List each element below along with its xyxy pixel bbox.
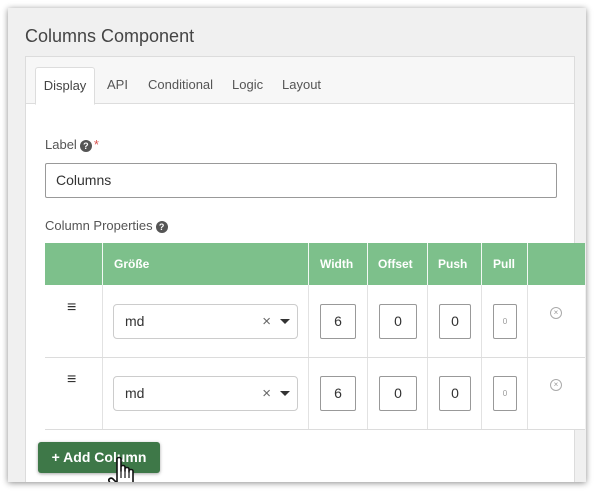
tab-api[interactable]: API: [107, 67, 128, 103]
remove-icon[interactable]: ×: [550, 379, 562, 391]
clear-icon[interactable]: ×: [262, 305, 271, 338]
cell-divider: [427, 285, 428, 357]
cell-divider: [481, 358, 482, 429]
cell-divider: [102, 358, 103, 429]
offset-input[interactable]: 0: [379, 376, 417, 411]
drag-handle-icon[interactable]: ≡: [67, 299, 76, 317]
cell-divider: [308, 285, 309, 357]
header-divider: [102, 243, 103, 285]
size-select[interactable]: md ×: [113, 304, 298, 339]
width-input[interactable]: 6: [320, 304, 356, 339]
label-field-label: Label? *: [45, 137, 99, 152]
required-marker: *: [93, 137, 99, 152]
hand-pointer-icon: [108, 456, 134, 482]
cell-divider: [102, 285, 103, 357]
chevron-down-icon[interactable]: [280, 319, 290, 324]
column-properties-text: Column Properties: [45, 218, 153, 233]
cell-divider: [367, 358, 368, 429]
settings-panel: Display API Conditional Logic Layout Lab…: [25, 56, 585, 482]
label-input[interactable]: Columns: [45, 163, 557, 198]
remove-icon[interactable]: ×: [550, 307, 562, 319]
push-input[interactable]: 0: [439, 376, 471, 411]
tab-layout[interactable]: Layout: [282, 67, 321, 103]
header-pull: Pull: [493, 257, 516, 271]
pull-input[interactable]: 0: [493, 304, 517, 339]
cell-divider: [367, 285, 368, 357]
cell-divider: [481, 285, 482, 357]
plus-icon: +: [51, 449, 60, 465]
header-divider: [527, 243, 528, 285]
cell-divider: [308, 358, 309, 429]
size-select[interactable]: md ×: [113, 376, 298, 411]
tab-logic[interactable]: Logic: [232, 67, 263, 103]
cell-divider: [527, 285, 528, 357]
drag-handle-icon[interactable]: ≡: [67, 371, 76, 389]
header-divider: [367, 243, 368, 285]
tab-conditional[interactable]: Conditional: [148, 67, 213, 103]
tab-display[interactable]: Display: [35, 67, 95, 105]
pull-input[interactable]: 0: [493, 376, 517, 411]
column-properties-label: Column Properties?: [45, 218, 168, 233]
offset-input[interactable]: 0: [379, 304, 417, 339]
cell-divider: [527, 358, 528, 429]
header-width: Width: [320, 257, 354, 271]
width-input[interactable]: 6: [320, 376, 356, 411]
header-divider: [308, 243, 309, 285]
header-offset: Offset: [378, 257, 413, 271]
push-input[interactable]: 0: [439, 304, 471, 339]
size-value: md: [125, 313, 145, 329]
chevron-down-icon[interactable]: [280, 391, 290, 396]
label-text: Label: [45, 137, 77, 152]
header-push: Push: [438, 257, 468, 271]
header-divider: [481, 243, 482, 285]
grid-header: Größe Width Offset Push Pull: [45, 243, 585, 285]
clear-icon[interactable]: ×: [262, 377, 271, 410]
dialog-title: Columns Component: [25, 26, 195, 46]
size-value: md: [125, 385, 145, 401]
table-row: ≡ md × 6 0 0 0 ×: [45, 358, 585, 430]
cell-divider: [427, 358, 428, 429]
question-circle-icon: ?: [79, 139, 92, 152]
header-size: Größe: [114, 257, 150, 271]
question-circle-icon: ?: [155, 220, 168, 233]
table-row: ≡ md × 6 0 0 0 ×: [45, 285, 585, 358]
tab-bar: Display API Conditional Logic Layout: [26, 57, 574, 105]
header-divider: [427, 243, 428, 285]
component-dialog: Columns Component Display API Conditiona…: [8, 8, 586, 482]
